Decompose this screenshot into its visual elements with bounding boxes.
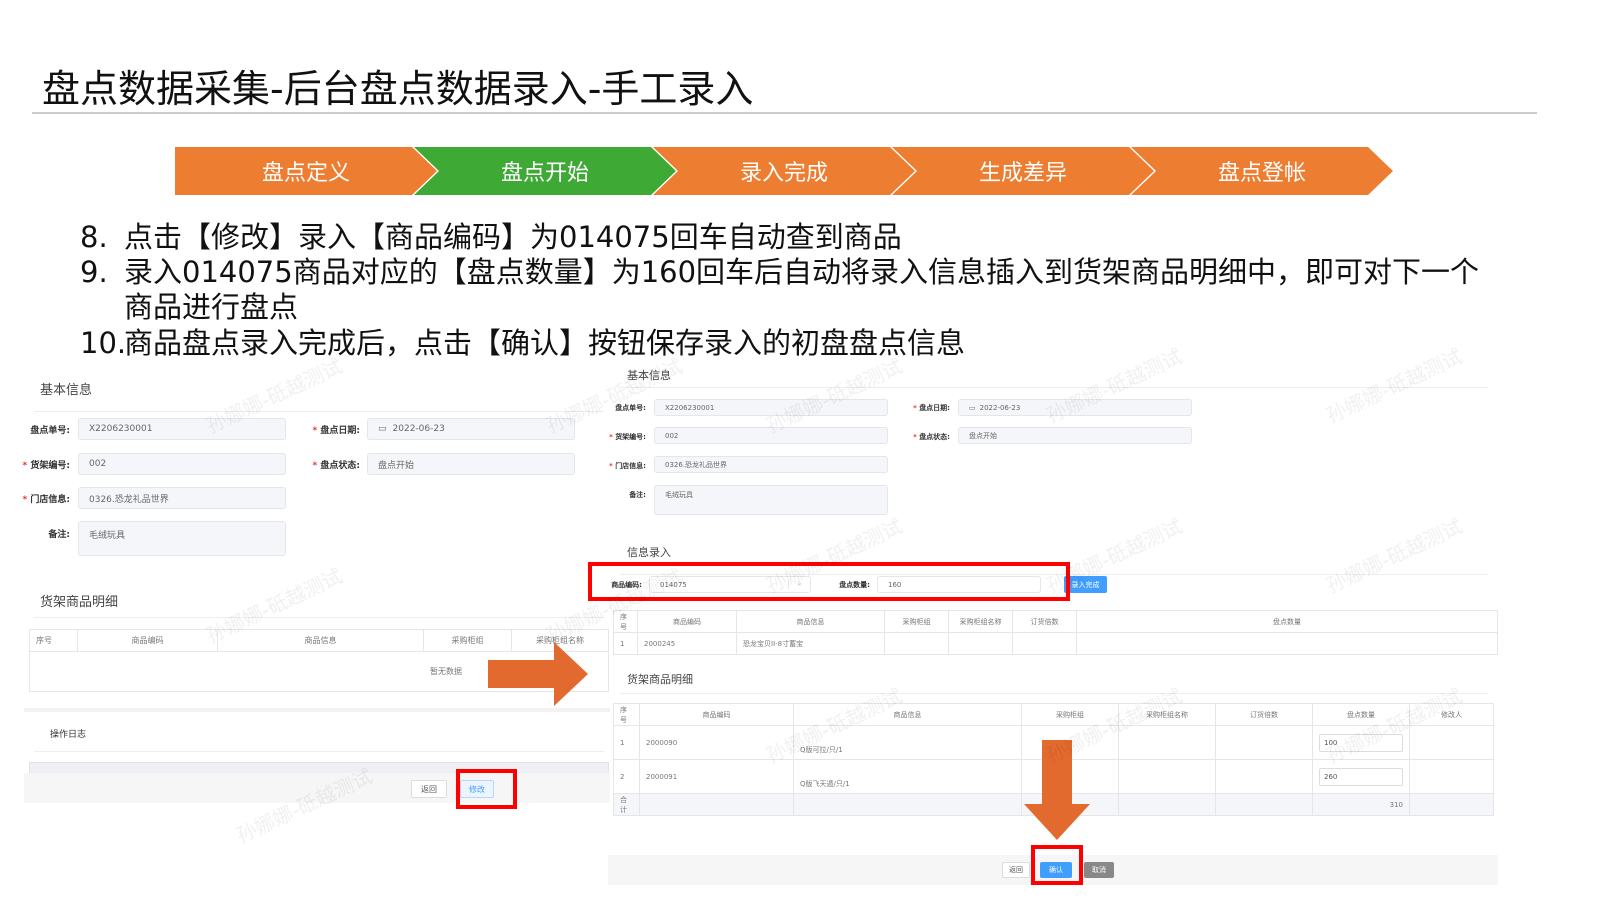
date-label: * 盘点日期: bbox=[913, 404, 950, 412]
step-4: 生成差异 bbox=[892, 147, 1154, 195]
col-header: 序号 bbox=[29, 629, 78, 652]
store-field[interactable]: 0326.恐龙礼品世界 bbox=[78, 487, 286, 509]
store-label: * 门店信息: bbox=[609, 462, 646, 470]
step-5: 盘点登帐 bbox=[1131, 147, 1393, 195]
store-label: * 门店信息: bbox=[22, 495, 70, 505]
watermark: 孙娜娜-砥越测试 bbox=[1042, 513, 1187, 598]
calendar-icon: ▭ bbox=[969, 403, 976, 412]
remark-field[interactable]: 毛绒玩具 bbox=[78, 521, 286, 556]
instruction-text: 录入014075商品对应的【盘点数量】为160回车后自动将录入信息插入到货架商品… bbox=[124, 255, 1480, 289]
remark-field[interactable]: 毛绒玩具 bbox=[654, 485, 888, 515]
cancel-button[interactable]: 取消 bbox=[1084, 862, 1114, 878]
section-shelf-detail: 货架商品明细 bbox=[40, 595, 119, 610]
arrow-right-icon bbox=[488, 642, 588, 706]
entry-table: 序号 商品编码 商品信息 采购柜组 采购柜组名称 订货倍数 盘点数量 1 2000245 恐龙宝… bbox=[613, 610, 1498, 655]
instruction-number: 8. bbox=[80, 220, 108, 254]
title-divider bbox=[32, 112, 1537, 114]
col-header: 订货倍数 bbox=[1012, 610, 1077, 633]
section-basic-info: 基本信息 bbox=[40, 383, 93, 398]
col-header: 订货倍数 bbox=[1215, 703, 1313, 726]
instruction-text: 点击【修改】录入【商品编码】为014075回车自动查到商品 bbox=[124, 220, 902, 254]
instruction-number: 9. bbox=[80, 255, 108, 289]
section-operation-log: 操作日志 bbox=[50, 730, 87, 740]
date-field[interactable]: ▭ 2022-06-23 bbox=[367, 418, 575, 440]
instruction-text: 商品盘点录入完成后，点击【确认】按钮保存录入的初盘盘点信息 bbox=[124, 326, 966, 360]
count-qty-input[interactable]: 260 bbox=[1319, 767, 1403, 786]
step-2: 盘点开始 bbox=[414, 147, 676, 195]
col-header: 商品信息 bbox=[736, 610, 885, 633]
watermark: 孙娜娜-砥越测试 bbox=[542, 353, 687, 438]
section-shelf-detail: 货架商品明细 bbox=[627, 673, 693, 686]
shelf-field[interactable]: 002 bbox=[78, 453, 286, 475]
table-row: 1 2000245 恐龙宝贝II-8寸蓄宝 bbox=[613, 632, 1498, 655]
order-no-label: 盘点单号: bbox=[30, 426, 70, 436]
col-header: 商品编码 bbox=[639, 703, 794, 726]
shelf-label: * 货架编号: bbox=[609, 433, 646, 441]
col-header: 序号 bbox=[613, 703, 640, 726]
step-3: 录入完成 bbox=[653, 147, 915, 195]
highlight-edit bbox=[456, 769, 517, 809]
slide-title: 盘点数据采集-后台盘点数据录入-手工录入 bbox=[42, 67, 754, 111]
col-header: 盘点数量 bbox=[1076, 610, 1498, 633]
store-field[interactable]: 0326.恐龙礼品世界 bbox=[654, 456, 888, 473]
status-field[interactable]: 盘点开始 bbox=[958, 427, 1192, 444]
instruction-9: 9. 录入014075商品对应的【盘点数量】为160回车后自动将录入信息插入到货架… bbox=[80, 255, 1479, 290]
col-header: 商品编码 bbox=[637, 610, 737, 633]
instruction-10: 10.商品盘点录入完成后，点击【确认】按钮保存录入的初盘盘点信息 bbox=[80, 326, 965, 361]
remark-label: 备注: bbox=[48, 530, 70, 540]
status-label: * 盘点状态: bbox=[913, 433, 950, 441]
col-header: 采购柜组名称 bbox=[948, 610, 1013, 633]
step-1: 盘点定义 bbox=[175, 147, 437, 195]
watermark: 孙娜娜-砥越测试 bbox=[1322, 513, 1467, 598]
col-header: 采购柜组 bbox=[884, 610, 949, 633]
calendar-icon: ▭ bbox=[378, 424, 387, 434]
date-label: * 盘点日期: bbox=[312, 426, 360, 436]
col-header: 商品编码 bbox=[77, 629, 218, 652]
status-field[interactable]: 盘点开始 bbox=[367, 453, 575, 475]
order-no-field[interactable]: X2206230001 bbox=[78, 418, 286, 440]
remark-label: 备注: bbox=[629, 491, 646, 499]
watermark: 孙娜娜-砥越测试 bbox=[762, 353, 907, 438]
instruction-9-cont: 商品进行盘点 bbox=[124, 290, 299, 324]
watermark: 孙娜娜-砥越测试 bbox=[1322, 343, 1467, 428]
instruction-number: 10. bbox=[80, 326, 127, 360]
col-header: 商品信息 bbox=[217, 629, 424, 652]
status-label: * 盘点状态: bbox=[312, 461, 360, 471]
back-button[interactable]: 返回 bbox=[1002, 862, 1030, 878]
back-button[interactable]: 返回 bbox=[411, 780, 447, 798]
highlight-confirm bbox=[1031, 845, 1083, 885]
shelf-label: * 货架编号: bbox=[22, 461, 70, 471]
section-info-entry: 信息录入 bbox=[627, 546, 671, 559]
instruction-8: 8. 点击【修改】录入【商品编码】为014075回车自动查到商品 bbox=[80, 220, 902, 255]
